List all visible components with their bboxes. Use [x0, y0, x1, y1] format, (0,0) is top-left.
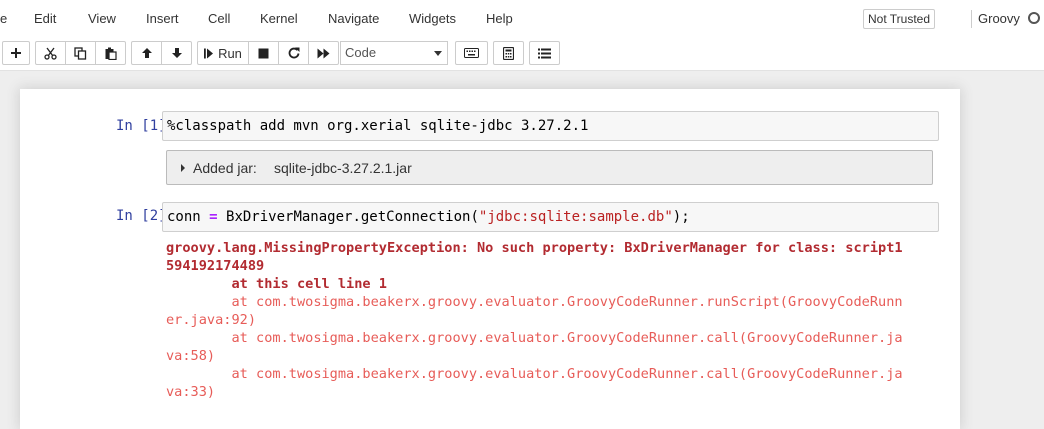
error-line: 594192174489 [166, 258, 265, 274]
command-palette-button[interactable] [455, 41, 488, 65]
run-button[interactable]: Run [197, 41, 249, 65]
cell-2-input[interactable]: conn = BxDriverManager.getConnection("jd… [162, 202, 939, 232]
arrow-down-icon [171, 48, 182, 58]
error-line: at com.twosigma.beakerx.groovy.evaluator… [166, 366, 903, 382]
toolbar: Run Code [0, 38, 1044, 71]
notebook-container: In [1]: %classpath add mvn org.xerial sq… [20, 89, 960, 429]
error-line: er.java:92) [166, 312, 257, 328]
run-icon [204, 48, 214, 58]
stop-icon [258, 48, 269, 58]
menubar: e Edit View Insert Cell Kernel Navigate … [0, 0, 1044, 38]
added-jar-value: sqlite-jdbc-3.27.2.1.jar [274, 160, 412, 176]
menu-view[interactable]: View [88, 11, 116, 26]
code-string: "jdbc:sqlite:sample.db" [478, 209, 673, 225]
menu-edit[interactable]: Edit [34, 11, 56, 26]
chevron-down-icon [434, 51, 442, 56]
restart-button[interactable] [278, 41, 309, 65]
menu-insert[interactable]: Insert [146, 11, 179, 26]
error-line: at com.twosigma.beakerx.groovy.evaluator… [166, 294, 903, 310]
menu-navigate[interactable]: Navigate [328, 11, 379, 26]
kernel-separator [971, 10, 972, 28]
restart-run-all-button[interactable] [308, 41, 339, 65]
cut-icon [44, 47, 57, 60]
error-line: va:58) [166, 348, 216, 364]
menu-cell[interactable]: Cell [208, 11, 230, 26]
caret-right-icon[interactable] [181, 164, 185, 172]
copy-button[interactable] [65, 41, 96, 65]
paste-icon [105, 47, 117, 60]
error-line: at this cell line 1 [166, 276, 387, 292]
error-line: at com.twosigma.beakerx.groovy.evaluator… [166, 330, 903, 346]
calculator-icon [503, 46, 514, 60]
interrupt-button[interactable] [248, 41, 279, 65]
kernel-idle-indicator-icon [1028, 12, 1040, 24]
restart-icon [288, 47, 299, 59]
menu-widgets[interactable]: Widgets [409, 11, 456, 26]
toc-button[interactable] [529, 41, 560, 65]
fast-forward-icon [317, 48, 330, 58]
error-line: groovy.lang.MissingPropertyException: No… [166, 240, 903, 256]
cell-2-error-output: groovy.lang.MissingPropertyException: No… [166, 239, 903, 401]
copy-icon [74, 46, 87, 60]
code-token: conn [167, 209, 210, 225]
code-token: ); [672, 209, 690, 225]
calculator-button[interactable] [493, 41, 524, 65]
paste-button[interactable] [95, 41, 126, 65]
code-token: BxDriverManager.getConnection( [217, 209, 479, 225]
keyboard-icon [464, 48, 479, 58]
cell-type-select[interactable]: Code [340, 41, 448, 65]
error-line: va:33) [166, 384, 216, 400]
cell-type-value: Code [345, 45, 377, 60]
kernel-name[interactable]: Groovy [978, 11, 1020, 26]
plus-icon [11, 48, 21, 58]
cell-1-input[interactable]: %classpath add mvn org.xerial sqlite-jdb… [162, 111, 939, 141]
move-up-button[interactable] [131, 41, 162, 65]
cut-button[interactable] [35, 41, 66, 65]
list-icon [538, 48, 551, 58]
code-operator: = [209, 209, 218, 225]
menu-file[interactable]: e [0, 11, 7, 26]
move-down-button[interactable] [161, 41, 192, 65]
run-button-label: Run [218, 45, 242, 61]
menu-kernel[interactable]: Kernel [260, 11, 298, 26]
cell-1-output-jar[interactable]: Added jar: sqlite-jdbc-3.27.2.1.jar [166, 150, 933, 185]
not-trusted-badge[interactable]: Not Trusted [863, 9, 935, 29]
insert-cell-button[interactable] [2, 41, 30, 65]
arrow-up-icon [141, 48, 152, 58]
added-jar-label: Added jar: [193, 160, 257, 176]
menu-help[interactable]: Help [486, 11, 513, 26]
